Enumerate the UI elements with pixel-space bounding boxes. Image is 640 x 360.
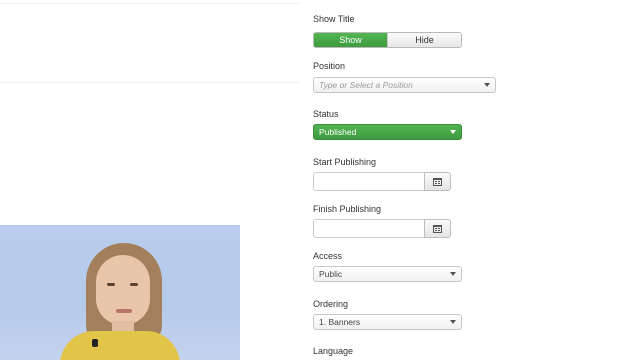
calendar-icon: [433, 224, 442, 233]
status-value: Published: [319, 127, 357, 137]
hide-option[interactable]: Hide: [387, 33, 461, 47]
finish-publishing-label: Finish Publishing: [313, 204, 382, 214]
access-select[interactable]: Public: [313, 266, 462, 282]
chevron-down-icon: [484, 83, 490, 87]
finish-publishing-calendar-button[interactable]: [424, 219, 451, 238]
webcam-overlay: [0, 225, 240, 360]
show-title-toggle: Show Hide: [313, 32, 462, 48]
access-label: Access: [313, 251, 343, 261]
chevron-down-icon: [450, 272, 456, 276]
position-label: Position: [313, 61, 346, 71]
ordering-select[interactable]: 1. Banners: [313, 314, 462, 330]
position-placeholder: Type or Select a Position: [319, 80, 413, 90]
chevron-down-icon: [450, 130, 456, 134]
status-select[interactable]: Published: [313, 124, 462, 140]
start-publishing-input[interactable]: [313, 172, 424, 191]
start-publishing-label: Start Publishing: [313, 157, 377, 167]
divider: [0, 3, 300, 4]
presenter-eye: [107, 283, 115, 286]
calendar-icon: [433, 177, 442, 186]
finish-publishing-input[interactable]: [313, 219, 424, 238]
presenter-mouth: [116, 309, 132, 313]
ordering-value: 1. Banners: [319, 317, 361, 327]
module-options-form: Show Title Show Hide Position Type or Se…: [313, 0, 633, 360]
presenter-shirt: [60, 331, 180, 360]
lapel-mic: [92, 339, 98, 347]
presenter-face: [96, 255, 150, 325]
show-title-label: Show Title: [313, 14, 355, 24]
presenter-eye: [130, 283, 138, 286]
divider: [0, 82, 300, 83]
show-option[interactable]: Show: [314, 33, 387, 47]
finish-publishing-group: [313, 219, 451, 238]
status-label: Status: [313, 109, 339, 119]
language-label: Language: [313, 346, 354, 356]
chevron-down-icon: [450, 320, 456, 324]
start-publishing-calendar-button[interactable]: [424, 172, 451, 191]
start-publishing-group: [313, 172, 451, 191]
position-select[interactable]: Type or Select a Position: [313, 77, 496, 93]
ordering-label: Ordering: [313, 299, 349, 309]
access-value: Public: [319, 269, 343, 279]
